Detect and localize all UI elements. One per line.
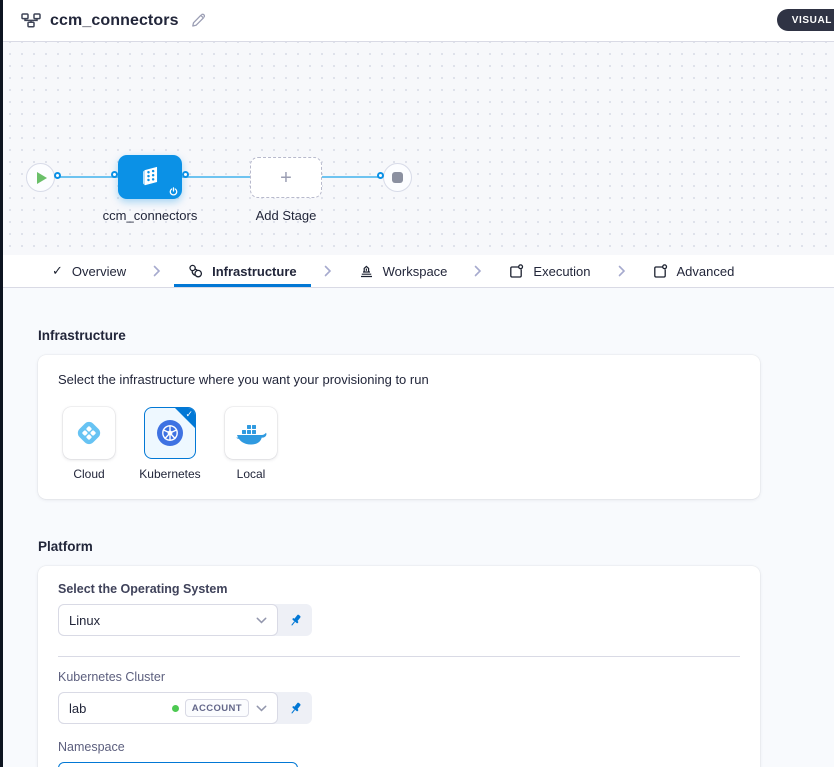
chevron-down-icon [256, 705, 267, 712]
infrastructure-card: Select the infrastructure where you want… [38, 355, 760, 499]
section-divider [58, 656, 740, 657]
pipeline-canvas[interactable]: + ccm_connectors Add Stage [0, 42, 834, 255]
cluster-control-group: lab ACCOUNT [58, 692, 312, 724]
kubernetes-tile[interactable]: ✓ [144, 407, 196, 459]
os-control-group: Linux [58, 604, 312, 636]
advanced-icon [653, 264, 668, 279]
docker-icon [234, 419, 268, 447]
infrastructure-section-heading: Infrastructure [38, 328, 834, 343]
chevron-right-icon [140, 255, 174, 287]
conditional-execution-icon [169, 187, 178, 196]
tab-workspace[interactable]: Workspace [345, 255, 462, 287]
edit-pencil-icon[interactable] [191, 13, 206, 28]
cluster-fixed-value-pin-button[interactable] [278, 692, 312, 724]
end-node-port[interactable] [377, 172, 384, 179]
stage-config-tabbar: ✓ Overview Infrastructure Workspace Exec… [0, 255, 834, 288]
cloud-tile-label: Cloud [73, 467, 104, 481]
tab-workspace-label: Workspace [383, 264, 448, 279]
tab-advanced[interactable]: Advanced [639, 255, 749, 287]
stage-node-label: ccm_connectors [88, 208, 212, 223]
selected-check-icon: ✓ [185, 409, 193, 420]
namespace-input-wrap [58, 762, 298, 767]
infra-option-kubernetes: ✓ Ku [139, 407, 201, 481]
visual-yaml-toggle[interactable]: VISUAL [777, 9, 834, 31]
collapsed-sidebar-edge [0, 0, 3, 767]
check-icon: ✓ [52, 263, 63, 279]
infra-option-local: Local [220, 407, 282, 481]
tab-execution[interactable]: Execution [495, 255, 604, 287]
iacm-stage-icon [137, 164, 163, 190]
connectivity-status-dot [172, 705, 179, 712]
add-stage-label: Add Stage [244, 208, 328, 223]
plus-icon: + [280, 168, 292, 188]
local-tile-label: Local [237, 467, 266, 481]
tab-execution-label: Execution [533, 264, 590, 279]
pin-icon [288, 613, 303, 628]
edge-stage-to-addstage [182, 176, 254, 178]
pipeline-end-node[interactable] [383, 163, 412, 192]
cluster-select[interactable]: lab ACCOUNT [58, 692, 278, 724]
chevron-right-icon [311, 255, 345, 287]
chevron-right-icon [461, 255, 495, 287]
tab-infrastructure-label: Infrastructure [212, 264, 297, 279]
os-field-label: Select the Operating System [58, 582, 740, 596]
os-select-value: Linux [69, 613, 100, 628]
workspace-icon [359, 264, 374, 279]
namespace-field-label: Namespace [58, 740, 740, 754]
cluster-select-value: lab [69, 701, 86, 716]
pipeline-icon [21, 13, 41, 28]
tab-overview[interactable]: ✓ Overview [38, 255, 140, 287]
tab-overview-label: Overview [72, 264, 126, 279]
tab-advanced-label: Advanced [677, 264, 735, 279]
stage-node-ccm-connectors[interactable] [118, 155, 182, 199]
infrastructure-icon [188, 264, 203, 279]
infrastructure-tab-content: Infrastructure Select the infrastructure… [0, 288, 834, 767]
pin-icon [288, 701, 303, 716]
tab-infrastructure[interactable]: Infrastructure [174, 255, 311, 287]
start-node-port[interactable] [54, 172, 61, 179]
account-scope-badge: ACCOUNT [185, 699, 249, 717]
pipeline-title: ccm_connectors [50, 12, 179, 30]
stop-icon [392, 172, 403, 183]
infrastructure-description: Select the infrastructure where you want… [58, 372, 740, 387]
kubernetes-tile-label: Kubernetes [139, 467, 200, 481]
pipeline-start-node[interactable] [26, 163, 55, 192]
stage-node-port-right[interactable] [182, 171, 189, 178]
execution-icon [509, 264, 524, 279]
chevron-right-icon [605, 255, 639, 287]
cloud-icon [73, 417, 105, 449]
add-stage-button[interactable]: + [250, 157, 322, 198]
cluster-field-label: Kubernetes Cluster [58, 670, 740, 684]
local-tile[interactable] [225, 407, 277, 459]
chevron-down-icon [256, 617, 267, 624]
pipeline-header: ccm_connectors VISUAL [0, 0, 834, 42]
os-select[interactable]: Linux [58, 604, 278, 636]
os-fixed-value-pin-button[interactable] [278, 604, 312, 636]
platform-card: Select the Operating System Linux Kubern… [38, 566, 760, 767]
platform-section-heading: Platform [38, 539, 834, 554]
infrastructure-options: Cloud ✓ [58, 407, 740, 481]
infra-option-cloud: Cloud [58, 407, 120, 481]
stage-node-port-left[interactable] [111, 171, 118, 178]
cloud-tile[interactable] [63, 407, 115, 459]
play-icon [37, 172, 47, 184]
